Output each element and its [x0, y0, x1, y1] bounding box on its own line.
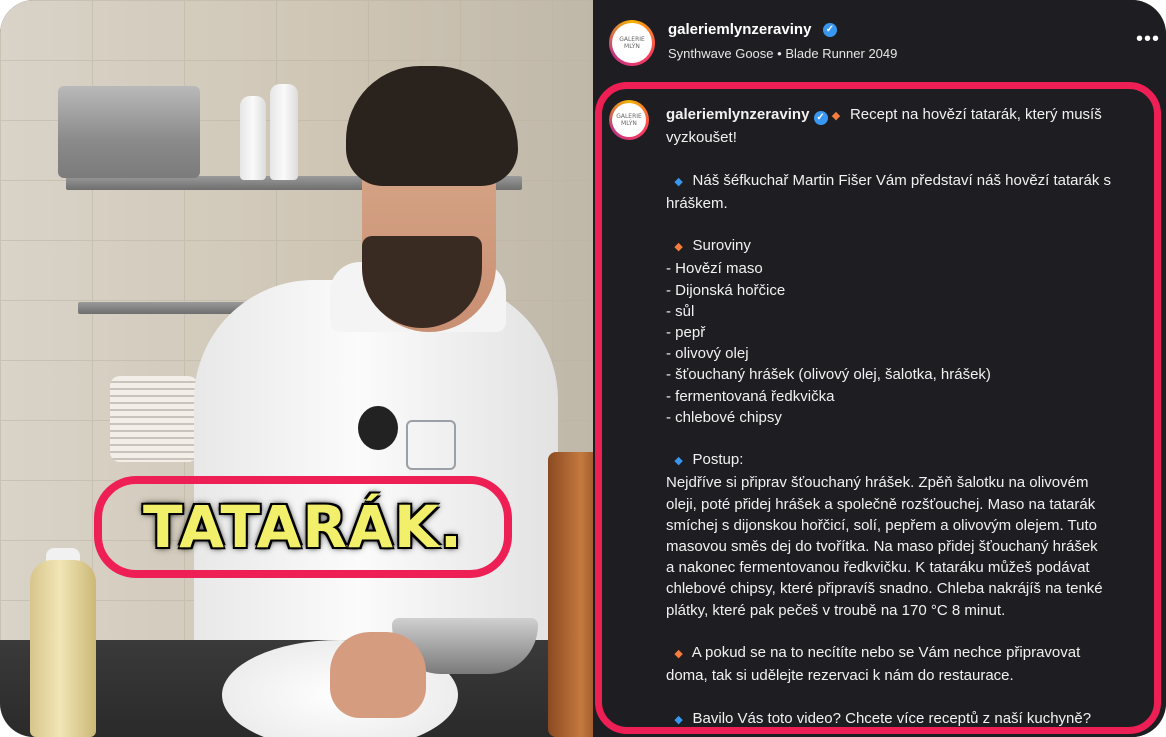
- blue-diamond-icon: ◆: [674, 713, 683, 726]
- audio-track: Blade Runner 2049: [785, 46, 898, 61]
- caption-avatar[interactable]: GALERIE MLÝN: [609, 100, 649, 140]
- orange-diamond-icon: ◆: [831, 110, 841, 122]
- cta-line: Bavilo Vás toto video? Chcete více recep…: [692, 709, 1092, 727]
- verified-badge-icon: ✓: [813, 111, 828, 125]
- ingredient-item: - chlebové chipsy: [666, 408, 782, 426]
- intro-line-1: Náš šéfkuchař Martin Fišer Vám představí…: [692, 171, 1112, 189]
- ingredient-item: - olivový olej: [666, 345, 749, 363]
- method-title: Postup:: [692, 451, 744, 469]
- audio-attribution[interactable]: Synthwave Goose • Blade Runner 2049: [668, 46, 897, 61]
- caption-line-2: vyzkoušet!: [666, 129, 737, 147]
- ingredients-title: Suroviny: [692, 237, 751, 255]
- caption-username[interactable]: galeriemlynzeraviny: [666, 106, 809, 123]
- avatar-logo: GALERIE MLÝN: [612, 23, 652, 63]
- embroidered-logo: [406, 420, 456, 470]
- audio-separator: •: [777, 46, 782, 61]
- reservation-line-1: A pokud se na to necítíte nebo se Vám ne…: [691, 644, 1081, 662]
- ingredient-item: - pepř: [666, 324, 706, 342]
- method-line: chlebové chipsy, které připravíš snadno.…: [666, 580, 1103, 598]
- ingredient-item: - Hovězí maso: [666, 260, 763, 278]
- method-line: smíchej s dijonskou hořčicí, solí, pepře…: [666, 516, 1098, 534]
- method-line: a nakonec fermentovanou ředkvičku. K tat…: [666, 559, 1090, 577]
- audio-artist: Synthwave Goose: [668, 46, 774, 61]
- avatar-logo: GALERIE MLÝN: [612, 103, 646, 137]
- oil-bottle: [30, 560, 96, 737]
- plate-stack: [110, 376, 198, 462]
- post-header: GALERIE MLÝN galeriemlynzeraviny ✓ Synth…: [593, 0, 1166, 80]
- blue-diamond-icon: ◆: [674, 455, 683, 468]
- steel-pot: [58, 86, 200, 178]
- reel-video[interactable]: TATARÁK.: [0, 0, 593, 737]
- verified-badge-icon: ✓: [823, 23, 837, 37]
- profile-avatar[interactable]: GALERIE MLÝN: [609, 20, 655, 66]
- method-line: masovou směs dej do tvořítka. Na maso př…: [666, 538, 1098, 556]
- chef-hand: [330, 632, 426, 718]
- squeeze-bottle: [240, 96, 266, 180]
- orange-diamond-icon: ◆: [674, 241, 683, 254]
- orange-diamond-icon: ◆: [674, 648, 683, 661]
- post-panel: GALERIE MLÝN galeriemlynzeraviny ✓ Synth…: [593, 0, 1166, 737]
- lapel-microphone: [358, 406, 398, 450]
- method-line: oleji, poté přidej hrášek a společně roz…: [666, 495, 1096, 513]
- post-username[interactable]: galeriemlynzeraviny: [668, 21, 811, 38]
- method-line: Nejdříve si připrav šťouchaný hrášek. Zp…: [666, 474, 1089, 492]
- blue-diamond-icon: ◆: [674, 175, 683, 188]
- more-horizontal-icon[interactable]: •••: [1136, 28, 1160, 51]
- screenshot-frame: TATARÁK. GALERIE MLÝN galeriemlynzeravin…: [0, 0, 1166, 737]
- caption-line-1: Recept na hovězí tatarák, který musíš: [849, 106, 1102, 123]
- caption-body: galeriemlynzeraviny ✓ ◆ Recept na hovězí…: [666, 104, 1166, 737]
- ingredient-item: - šťouchaný hrášek (olivový olej, šalotk…: [666, 366, 991, 384]
- intro-line-2: hráškem.: [666, 194, 728, 212]
- ingredient-item: - sůl: [666, 302, 695, 320]
- video-overlay-caption: TATARÁK.: [143, 493, 463, 561]
- method-line: plátky, které pak pečeš v troubě na 170 …: [666, 601, 1006, 619]
- ingredient-item: - Dijonská hořčice: [666, 281, 786, 299]
- ingredient-item: - fermentovaná ředkvička: [666, 387, 835, 405]
- pepper-grinder: [548, 452, 593, 737]
- reservation-line-2: doma, tak si udělejte rezervaci k nám do…: [666, 667, 1014, 685]
- squeeze-bottle: [270, 84, 298, 180]
